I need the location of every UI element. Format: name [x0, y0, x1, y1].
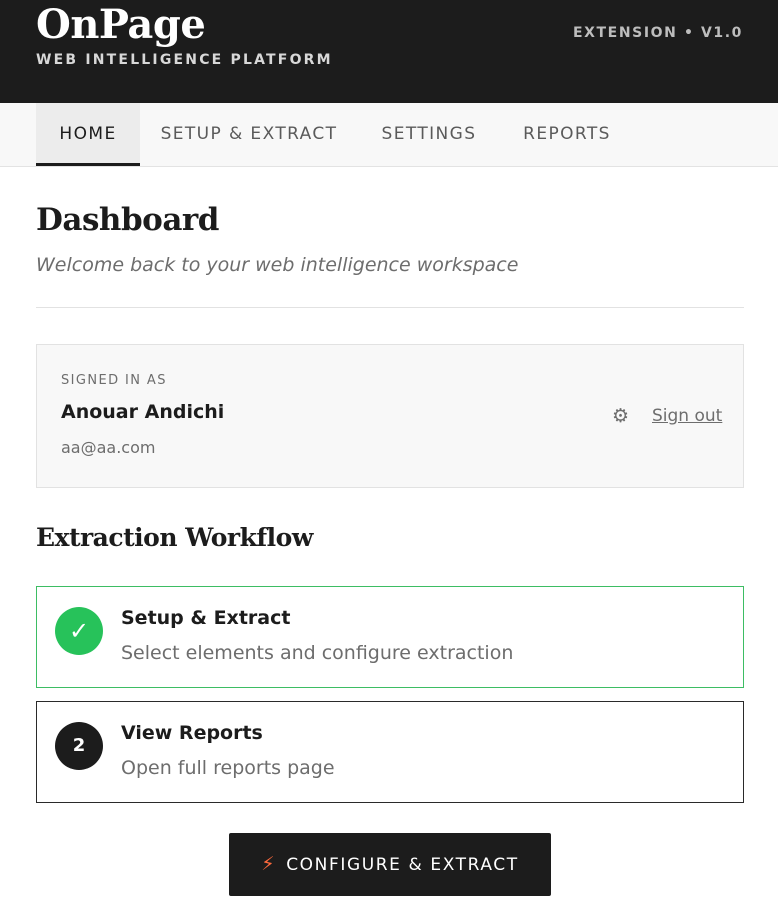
gear-icon[interactable]: ⚙ — [612, 405, 629, 427]
workflow-title: Extraction Workflow — [36, 523, 313, 552]
tab-settings[interactable]: SETTINGS — [368, 103, 490, 166]
brand-logo: OnPage — [36, 1, 206, 48]
step-description: Select elements and configure extraction — [121, 642, 514, 664]
user-name: Anouar Andichi — [61, 401, 225, 423]
tab-bar: HOME SETUP & EXTRACT SETTINGS REPORTS — [0, 103, 778, 167]
app-header: OnPage WEB INTELLIGENCE PLATFORM EXTENSI… — [0, 0, 778, 103]
step-title: View Reports — [121, 722, 263, 744]
tab-reports[interactable]: REPORTS — [510, 103, 624, 166]
step-description: Open full reports page — [121, 757, 335, 779]
check-icon: ✓ — [55, 607, 103, 655]
divider — [36, 307, 744, 308]
cta-label: CONFIGURE & EXTRACT — [286, 855, 519, 875]
tab-home[interactable]: HOME — [36, 103, 140, 166]
bolt-icon: ⚡ — [261, 853, 277, 875]
signed-in-label: SIGNED IN AS — [61, 373, 167, 388]
configure-extract-button[interactable]: ⚡ CONFIGURE & EXTRACT — [229, 833, 551, 896]
page-subtitle: Welcome back to your web intelligence wo… — [36, 254, 519, 276]
account-card: SIGNED IN AS Anouar Andichi aa@aa.com ⚙ … — [36, 344, 744, 488]
tab-setup-extract[interactable]: SETUP & EXTRACT — [151, 103, 347, 166]
workflow-step-view-reports[interactable]: 2 View Reports Open full reports page — [36, 701, 744, 803]
sign-out-link[interactable]: Sign out — [652, 406, 722, 426]
user-email: aa@aa.com — [61, 438, 156, 457]
workflow-step-setup-extract[interactable]: ✓ Setup & Extract Select elements and co… — [36, 586, 744, 688]
page-title: Dashboard — [36, 202, 219, 238]
version-label: EXTENSION • V1.0 — [572, 25, 743, 41]
brand-tagline: WEB INTELLIGENCE PLATFORM — [36, 52, 333, 68]
step-number-badge: 2 — [55, 722, 103, 770]
step-title: Setup & Extract — [121, 607, 291, 629]
